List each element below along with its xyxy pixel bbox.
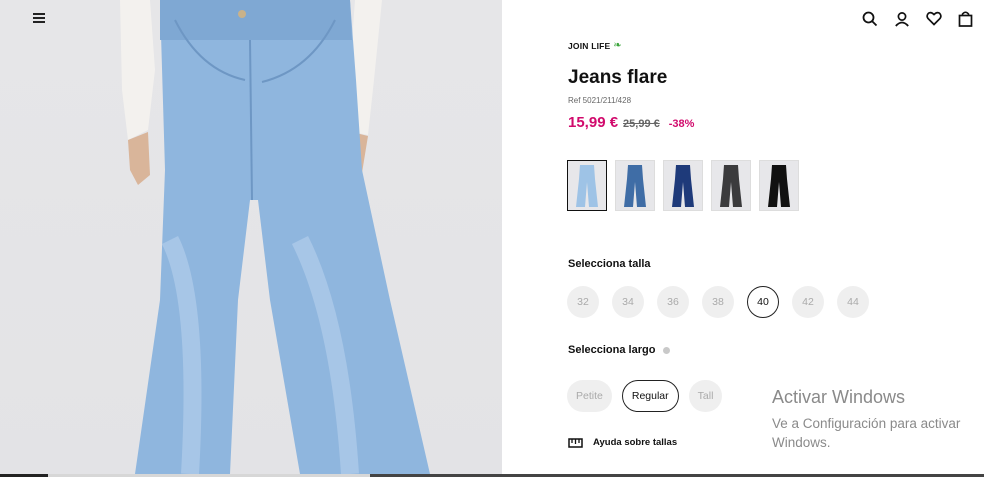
search-button[interactable]: [859, 8, 880, 29]
hamburger-menu-icon: [33, 13, 45, 15]
product-ref: Ref 5021/211/428: [568, 96, 632, 105]
size-option[interactable]: 34: [612, 286, 644, 318]
length-section-label: Selecciona largo: [568, 344, 656, 356]
ruler-icon: [568, 438, 583, 448]
length-option[interactable]: Tall: [688, 380, 723, 412]
heart-icon: [925, 11, 942, 26]
search-icon: [862, 11, 877, 26]
info-icon[interactable]: [663, 346, 671, 354]
bag-button[interactable]: [955, 8, 976, 29]
price-row: 15,99 € 25,99 € -38%: [568, 114, 694, 131]
model-jeans-illustration: [120, 0, 430, 474]
size-option[interactable]: 36: [657, 286, 689, 318]
jeans-thumbnail-icon: [624, 164, 646, 207]
color-swatch-dark-grey[interactable]: [711, 160, 751, 211]
join-life-tag: JOIN LIFE ❧: [568, 40, 622, 51]
jeans-thumbnail-icon: [768, 164, 790, 207]
leaf-icon: ❧: [613, 40, 623, 51]
color-swatch-black[interactable]: [759, 160, 799, 211]
size-selector: 32 34 36 38 40 42 44: [567, 286, 869, 318]
price-old: 25,99 €: [623, 118, 660, 130]
color-swatch-dark-blue[interactable]: [663, 160, 703, 211]
account-button[interactable]: [891, 8, 912, 29]
color-swatch-light-blue[interactable]: [567, 160, 607, 211]
size-section-label: Selecciona talla: [568, 258, 651, 270]
color-swatch-mid-blue[interactable]: [615, 160, 655, 211]
wishlist-button[interactable]: [923, 8, 944, 29]
size-option-selected[interactable]: 40: [747, 286, 779, 318]
length-option-selected[interactable]: Regular: [621, 380, 679, 412]
jeans-thumbnail-icon: [672, 164, 694, 207]
color-selector: [567, 160, 799, 211]
length-option[interactable]: Petite: [567, 380, 612, 412]
menu-button[interactable]: [28, 8, 50, 28]
size-guide-link[interactable]: Ayuda sobre tallas: [568, 436, 677, 449]
price-current: 15,99 €: [568, 114, 619, 131]
length-selector: Petite Regular Tall: [567, 380, 723, 412]
windows-activation-watermark: Activar Windows Ve a Configuración para …: [772, 387, 982, 452]
product-title: Jeans flare: [568, 67, 668, 88]
jeans-thumbnail-icon: [720, 164, 742, 207]
size-option[interactable]: 42: [792, 286, 824, 318]
length-section-label-row: Selecciona largo: [568, 344, 671, 356]
join-life-label: JOIN LIFE: [568, 40, 611, 51]
user-icon: [894, 11, 909, 27]
shopping-bag-icon: [958, 10, 973, 27]
product-image: [0, 0, 502, 474]
size-guide-label: Ayuda sobre tallas: [593, 437, 678, 448]
jeans-thumbnail-icon: [576, 164, 598, 207]
discount-badge: -38%: [668, 118, 695, 130]
header-actions: [859, 8, 976, 29]
watermark-title: Activar Windows: [772, 387, 906, 407]
size-option[interactable]: 32: [567, 286, 599, 318]
size-option[interactable]: 38: [702, 286, 734, 318]
watermark-subtitle: Ve a Configuración para activar Windows.: [772, 416, 961, 450]
size-option[interactable]: 44: [837, 286, 869, 318]
